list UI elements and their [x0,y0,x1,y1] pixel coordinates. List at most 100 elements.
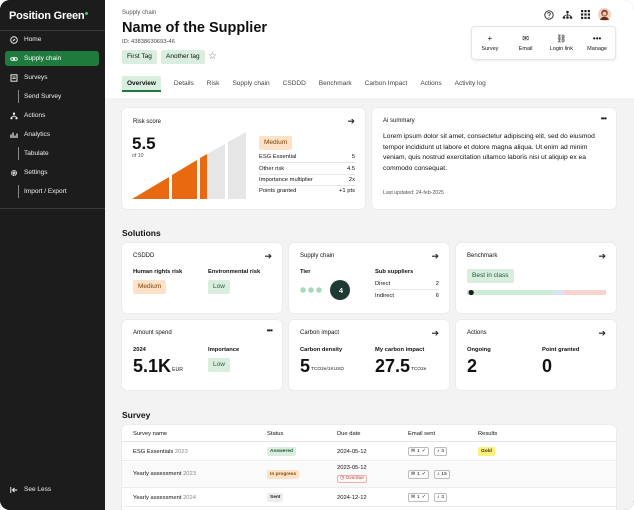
survey-heading: Survey [122,410,151,420]
email-count-badge[interactable]: ✉ 1 ✓ [408,493,429,502]
sidebar-item-label: Analytics [24,131,51,138]
apps-icon[interactable] [581,10,590,21]
manage-button[interactable]: ••• Manage [579,27,615,59]
collapse-left-icon [10,486,18,494]
tab-risk[interactable]: Risk [207,76,220,92]
brand-logo[interactable]: Position Green [9,10,89,22]
reminder-count-badge[interactable]: ♪ 15 [434,470,450,479]
arrow-right-icon[interactable]: ➔ [598,328,606,338]
tag-another[interactable]: Another tag [161,50,205,64]
sidebar-item-tabulate[interactable]: Tabulate [5,146,99,161]
see-less-button[interactable]: See Less [5,482,99,497]
sidebar-item-home[interactable]: Home [5,32,99,47]
action-label: Survey [481,46,499,52]
survey-table: Survey name Status Due date Email sent R… [122,425,616,510]
reminder-count: 3 [441,495,445,500]
more-icon[interactable]: ••• [601,115,607,123]
tree-line [18,90,19,103]
network-icon [10,112,18,120]
sidebar-item-label: Import / Export [24,188,67,195]
email-count-badge[interactable]: ✉ 1 ✓ [408,447,429,456]
tab-carbon-impact[interactable]: Carbon Impact [365,76,408,92]
sub-suppliers-label: Sub suppliers [375,269,414,275]
clock-icon: ◷ [340,476,345,481]
indirect-value: 6 [435,293,439,299]
action-label: Email [518,46,533,52]
tab-activity-log[interactable]: Activity log [455,76,486,92]
risk-row-value: +1 pts [339,188,355,194]
tag-first[interactable]: First Tag [122,50,157,64]
sidebar-divider [0,30,105,31]
gauge-bar-4 [228,132,246,199]
importance-label: Importance [208,347,240,353]
top-icons [544,8,611,23]
compass-icon [10,35,18,44]
avatar[interactable] [598,8,611,23]
carbon-density-unit: TCO2e/1KUSD [311,367,344,372]
more-icon[interactable]: ••• [267,327,273,335]
table-row[interactable]: Yearly assessment 2024 Sent 2024-12-12 ✉… [122,489,616,507]
reminder-count-badge[interactable]: ♪ 3 [434,447,448,456]
tab-csddd[interactable]: CSDDD [283,76,306,92]
org-icon[interactable] [562,10,573,22]
tab-overview[interactable]: Overview [122,76,161,92]
email-button[interactable]: ✉ Email [508,27,544,59]
brand-name: Position Green [9,10,85,22]
help-icon[interactable] [544,9,554,22]
survey-name-cell: Yearly assessment 2024 [133,495,196,501]
tree-line [18,147,19,160]
sidebar-item-settings[interactable]: Settings [5,165,99,180]
sidebar-item-label: Actions [24,112,46,119]
tab-supply-chain[interactable]: Supply chain [232,76,269,92]
tier-label: Tier [300,269,311,275]
supplier-id: ID: 43838630693-46 [122,39,175,45]
sidebar-item-surveys[interactable]: Surveys [5,70,99,85]
table-row[interactable]: Yearly assessment 2023 In progress 2023-… [122,462,616,488]
sidebar-item-analytics[interactable]: Analytics [5,127,99,142]
page-header: Supply chain Name of the Supplier ID: 43… [105,0,634,98]
sidebar-item-actions[interactable]: Actions [5,108,99,123]
survey-name: Yearly assessment [133,495,182,501]
bell-icon: ♪ [437,472,440,477]
gauge-bar-3 [200,154,207,199]
human-rights-badge: Medium [133,280,167,294]
spend-value: 5.1K [133,356,172,376]
card-title: Amount spend [133,330,172,336]
arrow-right-icon[interactable]: ➔ [347,116,355,126]
plus-icon: + [487,34,493,43]
main-content: Supply chain Name of the Supplier ID: 43… [105,0,634,510]
survey-name: Yearly assessment [133,471,182,477]
sidebar-item-label: Settings [24,169,48,176]
tab-benchmark[interactable]: Benchmark [319,76,352,92]
ongoing-label: Ongoing [467,347,491,353]
arrow-right-icon[interactable]: ➔ [431,328,439,338]
column-header: Survey name [133,431,168,437]
mail-icon: ✉ [411,449,416,454]
reminder-count-badge[interactable]: ♪ 3 [434,493,448,502]
sidebar-item-send-survey[interactable]: Send Survey [5,89,99,104]
sidebar-item-import-export[interactable]: Import / Export [5,184,99,199]
tab-actions[interactable]: Actions [420,76,441,92]
table-row[interactable]: ESG Essentials 2023 Answered 2024-05-12 … [122,443,616,461]
star-icon[interactable]: ☆ [208,51,217,62]
arrow-right-icon[interactable]: ➔ [598,251,606,261]
survey-button[interactable]: + Survey [472,27,508,59]
risk-row-label: Importance multiplier [259,177,313,183]
status-badge: In progress [267,470,300,479]
sidebar-divider [0,208,105,209]
survey-year: 2024 [183,495,196,501]
overdue-badge: ◷ Overdue [337,475,367,483]
importance-badge: Low [208,358,230,372]
login-link-button[interactable]: ⛓ Login link [544,27,580,59]
ongoing-value: 2 [467,356,478,376]
breadcrumb[interactable]: Supply chain [122,10,156,16]
result-badge: Gold [478,447,495,456]
arrow-right-icon[interactable]: ➔ [264,251,272,261]
arrow-right-icon[interactable]: ➔ [431,251,439,261]
sidebar-item-supply-chain[interactable]: Supply chain [5,51,99,66]
due-date: 2023-05-12 [337,465,367,471]
sidebar-item-label: Send Survey [24,93,62,100]
app-window: Position Green Home Supply chain Surveys… [0,0,634,510]
tab-details[interactable]: Details [174,76,194,92]
email-count-badge[interactable]: ✉ 1 ✓ [408,470,429,479]
